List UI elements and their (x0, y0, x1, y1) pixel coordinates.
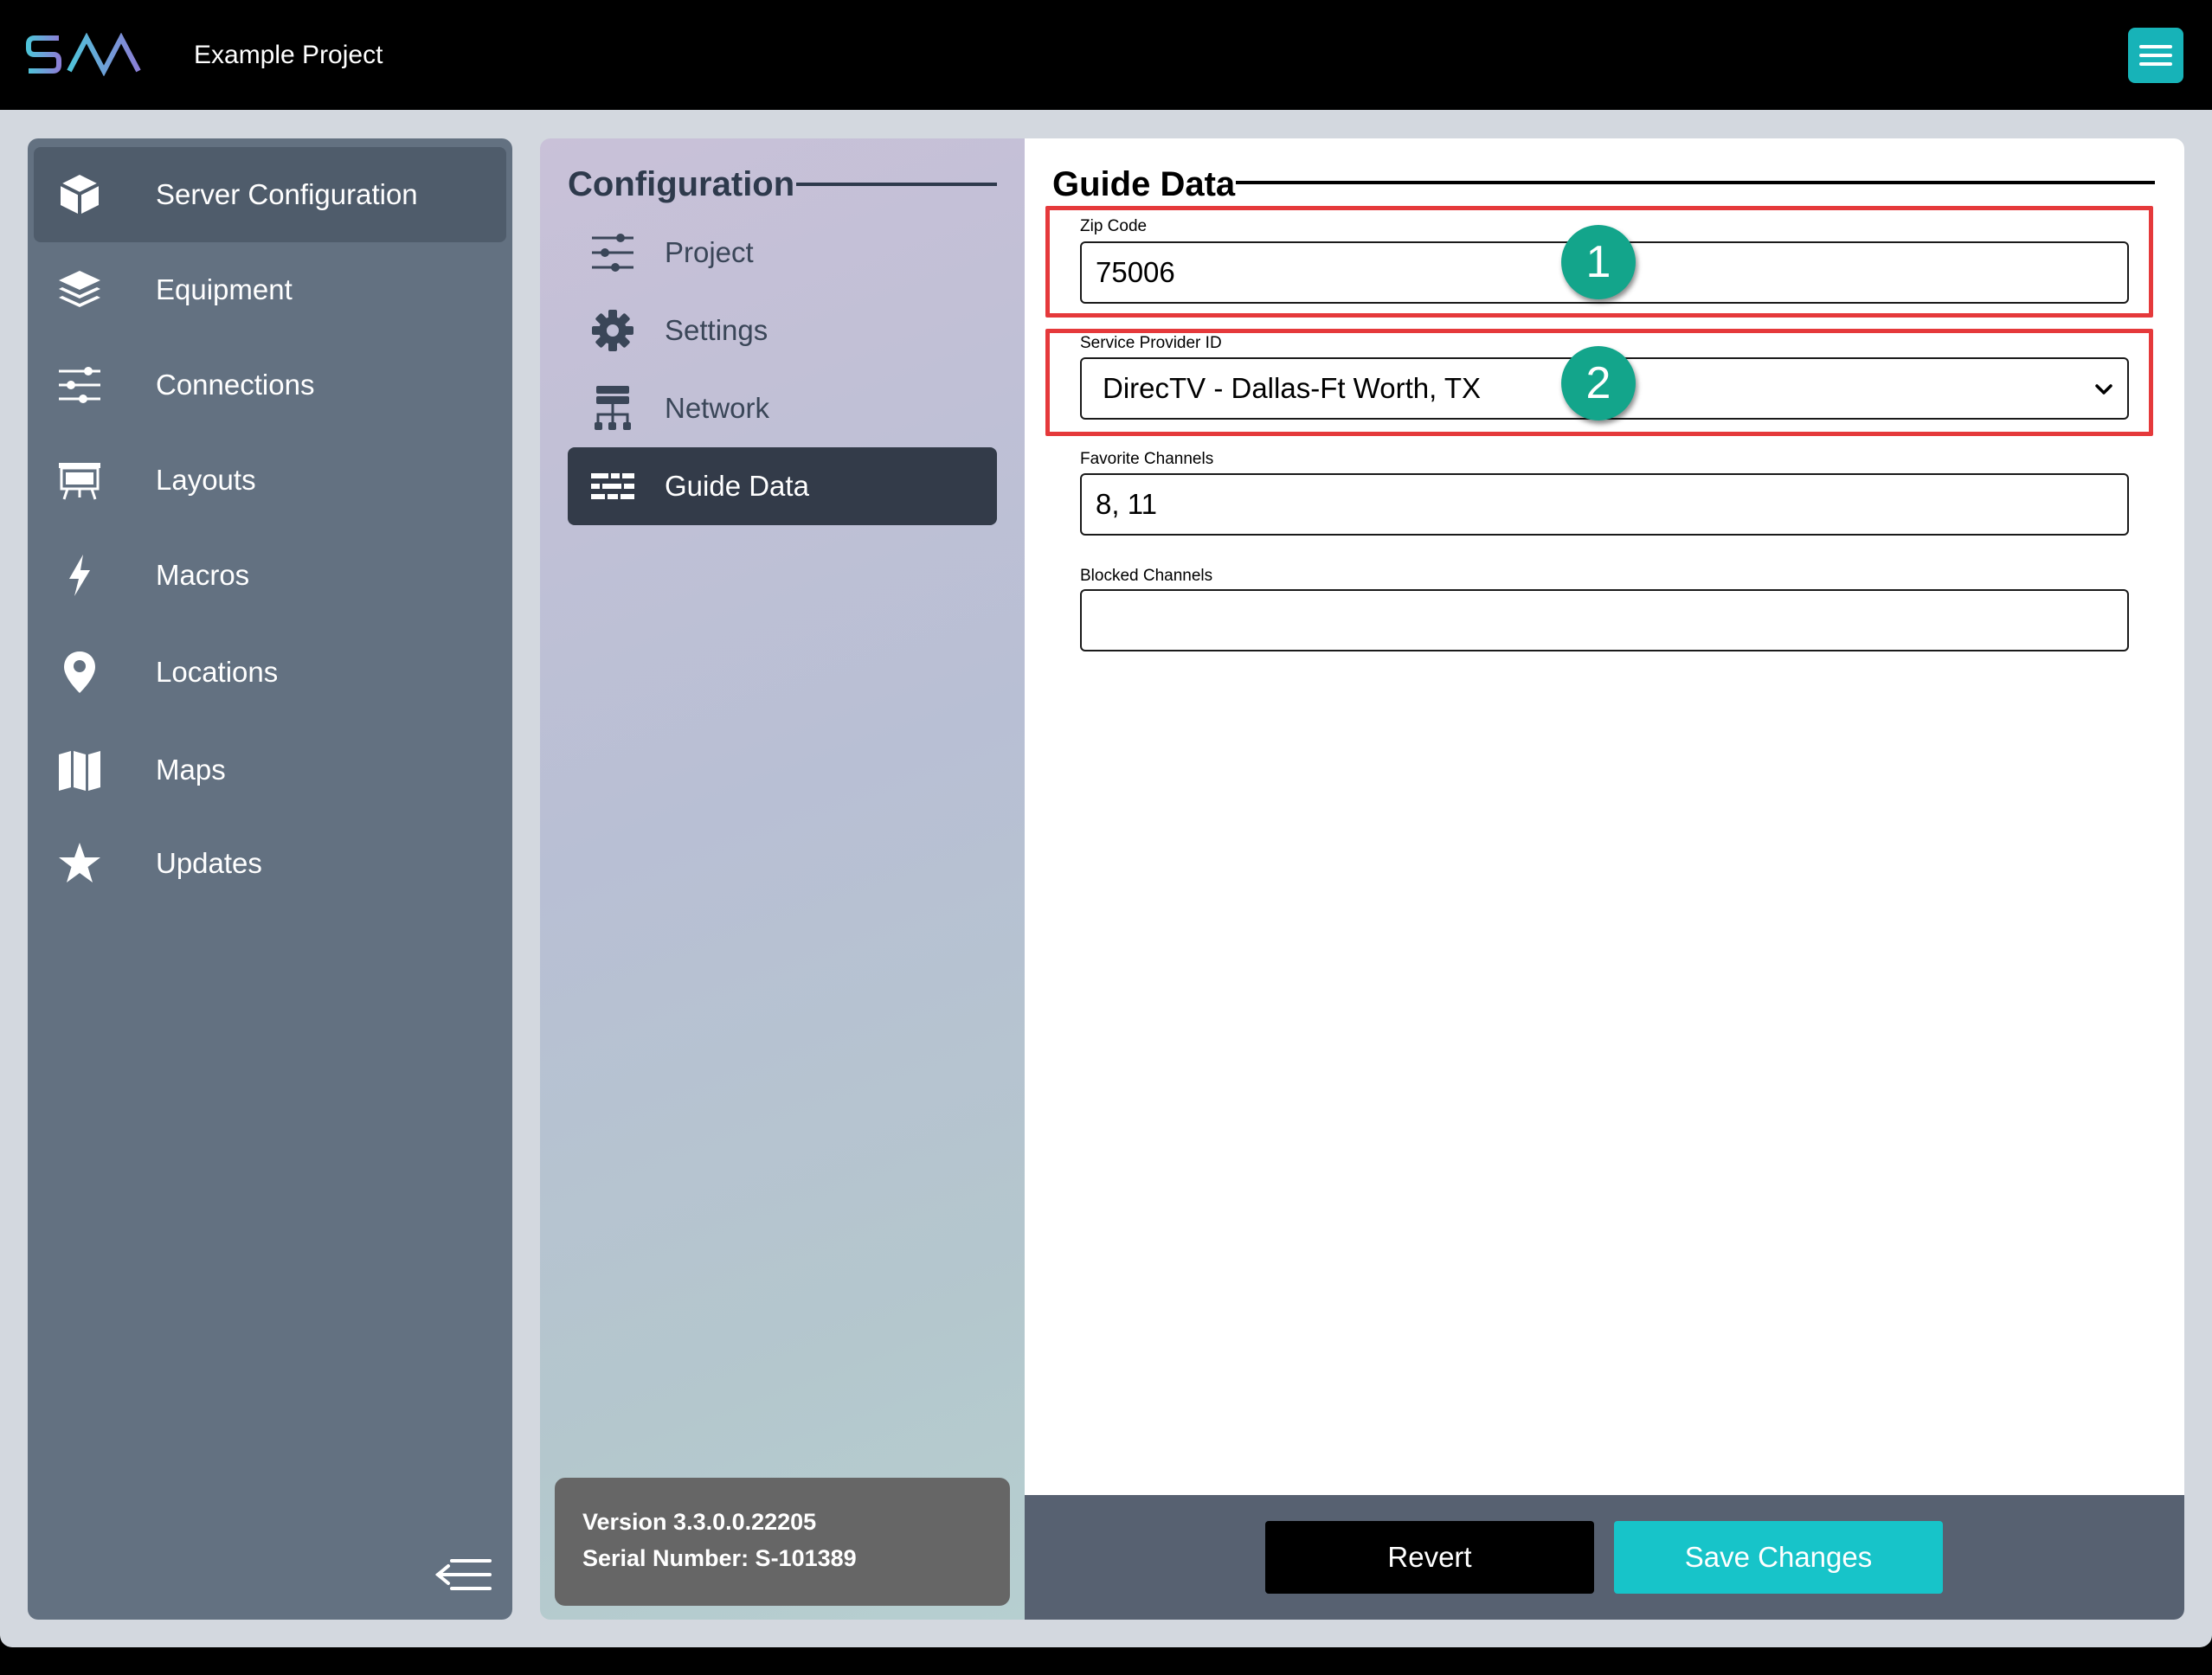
guide-data-panel: Guide Data Zip Code 75006 1 Service Prov… (1025, 138, 2184, 1620)
save-changes-button[interactable]: Save Changes (1614, 1521, 1943, 1594)
sidebar-item-label: Layouts (156, 464, 256, 496)
sidebar-item-layouts[interactable]: Layouts (34, 433, 506, 528)
title-divider (1236, 181, 2155, 184)
serial-number-text: Serial Number: S-101389 (582, 1545, 857, 1571)
sidebar-item-label: Equipment (156, 273, 293, 305)
revert-button[interactable]: Revert (1265, 1521, 1594, 1594)
sliders-icon (54, 359, 106, 411)
sidebar-item-label: Macros (156, 559, 250, 591)
presentation-board-icon (54, 454, 106, 506)
sidebar-item-connections[interactable]: Connections (34, 337, 506, 433)
callout-badge-1: 1 (1561, 225, 1636, 299)
map-pin-icon (54, 646, 106, 698)
sidebar-item-label: Updates (156, 847, 262, 879)
hamburger-menu-button[interactable] (2128, 28, 2183, 83)
sidebar-item-equipment[interactable]: Equipment (34, 242, 506, 337)
collapse-menu-icon (434, 1559, 492, 1590)
config-item-label: Project (665, 236, 754, 268)
config-item-network[interactable]: Network (568, 369, 997, 447)
sidebar-item-label: Connections (156, 369, 315, 401)
layers-icon (54, 264, 106, 316)
page-title: Guide Data (1052, 165, 1236, 203)
savi-logo (26, 33, 158, 76)
sidebar-item-label: Maps (156, 754, 226, 786)
config-item-project[interactable]: Project (568, 214, 997, 292)
favorite-channels-label: Favorite Channels (1080, 450, 1214, 468)
sidebar-item-locations[interactable]: Locations (34, 625, 506, 720)
blocked-channels-label: Blocked Channels (1080, 567, 1213, 585)
config-item-settings[interactable]: Settings (568, 292, 997, 369)
sidebar-item-updates[interactable]: Updates (34, 816, 506, 911)
config-item-label: Network (665, 392, 770, 424)
blocked-channels-input[interactable] (1080, 589, 2129, 651)
title-divider (796, 183, 997, 186)
project-name: Example Project (194, 41, 383, 69)
sidebar: Server Configuration Equipment Connectio… (28, 138, 512, 1620)
sliders-icon (587, 227, 639, 279)
network-icon (587, 382, 639, 434)
config-item-label: Settings (665, 314, 768, 346)
configuration-title: Configuration (568, 165, 795, 203)
favorite-channels-input[interactable]: 8, 11 (1080, 473, 2129, 536)
collapse-sidebar-button[interactable] (433, 1554, 493, 1595)
sidebar-item-label: Server Configuration (156, 178, 418, 210)
configuration-panel: Configuration Project Settings Network G… (540, 138, 1025, 1620)
top-bar: Example Project (0, 0, 2212, 110)
cube-icon (54, 169, 106, 221)
lightning-icon (54, 549, 106, 601)
favorite-channels-value: 8, 11 (1096, 488, 1157, 520)
sidebar-item-label: Locations (156, 656, 279, 688)
config-item-guide-data[interactable]: Guide Data (568, 447, 997, 525)
guide-grid-icon (587, 460, 639, 512)
hamburger-icon (2139, 45, 2172, 66)
sidebar-item-macros[interactable]: Macros (34, 528, 506, 623)
callout-badge-2: 2 (1561, 346, 1636, 420)
folded-map-icon (54, 744, 106, 796)
gear-icon (587, 305, 639, 356)
config-item-label: Guide Data (665, 470, 809, 502)
version-text: Version 3.3.0.0.22205 (582, 1509, 817, 1535)
star-icon (54, 838, 106, 889)
version-info: Version 3.3.0.0.22205 Serial Number: S-1… (555, 1478, 1010, 1606)
sidebar-item-server-configuration[interactable]: Server Configuration (34, 147, 506, 242)
action-bar: Revert Save Changes (1025, 1495, 2184, 1620)
sidebar-item-maps[interactable]: Maps (34, 722, 506, 818)
